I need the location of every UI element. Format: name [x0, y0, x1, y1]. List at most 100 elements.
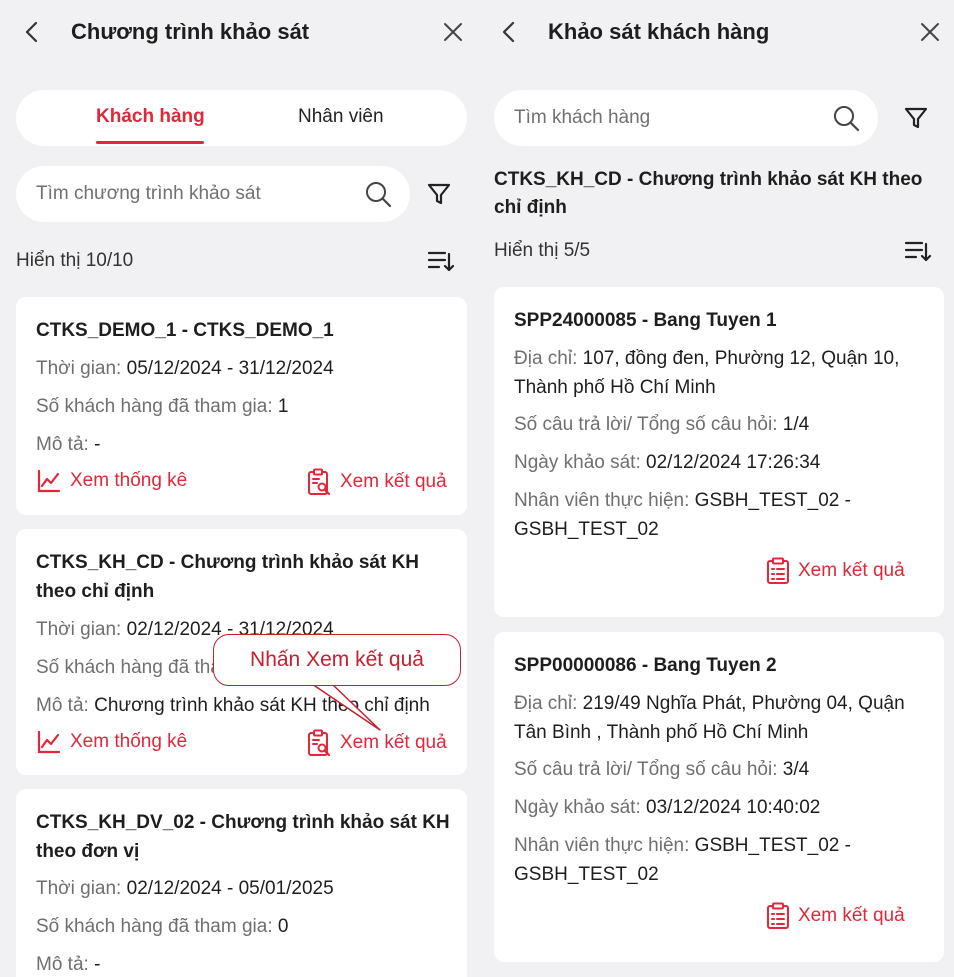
survey-date-value: 03/12/2024 10:40:02 — [646, 797, 821, 818]
close-button[interactable] — [916, 18, 944, 46]
survey-staff: Nhân viên thực hiện: GSBH_TEST_02 - GSBH_… — [514, 486, 851, 544]
survey-time-label: Thời gian: — [36, 878, 122, 899]
right-panel: Khảo sát khách hàng CTKS_KH_CD - Chương … — [477, 0, 954, 977]
active-tab-indicator — [96, 141, 204, 144]
filter-button[interactable] — [901, 103, 931, 133]
customer-survey-card: SPP00000086 - Bang Tuyen 2 Địa chỉ: 219/… — [494, 632, 944, 962]
survey-customers-label: Số khách hàng đã tham gia: — [36, 916, 273, 937]
view-results-button[interactable]: Xem kết quả — [306, 468, 447, 496]
customer-address-line2: Tân Bình , Thành phố Hồ Chí Minh — [514, 722, 809, 743]
customer-address: Địa chỉ: 107, đồng đen, Phường 12, Quận … — [514, 344, 899, 402]
survey-staff-label: Nhân viên thực hiện: — [514, 835, 690, 856]
survey-staff-line1: GSBH_TEST_02 - — [694, 490, 851, 511]
filter-button[interactable] — [424, 179, 454, 209]
close-icon — [444, 23, 462, 41]
survey-program-heading-line1: CTKS_KH_CD - Chương trình khảo sát KH th… — [494, 169, 923, 190]
survey-description-value: - — [94, 954, 101, 975]
clipboard-list-icon — [767, 557, 789, 584]
survey-customers-label: Số khách hàng đã tham gia: — [36, 396, 273, 417]
back-button[interactable] — [18, 18, 46, 46]
answer-count-label: Số câu trả lời/ Tổng số câu hỏi: — [514, 414, 778, 435]
view-stats-label: Xem thống kê — [70, 731, 188, 752]
survey-program-heading-line2: chỉ định — [494, 197, 567, 218]
customer-survey-card: SPP24000085 - Bang Tuyen 1 Địa chỉ: 107,… — [494, 287, 944, 617]
back-button[interactable] — [495, 18, 523, 46]
customer-search-input[interactable] — [514, 90, 824, 146]
tab-customers[interactable]: Khách hàng — [96, 106, 205, 128]
view-stats-button[interactable]: Xem thống kê — [36, 468, 187, 494]
survey-description-value: - — [94, 434, 101, 455]
page-title: Khảo sát khách hàng — [548, 19, 770, 44]
filter-icon — [427, 183, 451, 205]
survey-search-input[interactable] — [36, 166, 356, 222]
view-results-button[interactable]: Xem kết quả — [766, 557, 905, 585]
survey-card-title-line1: CTKS_KH_CD - Chương trình khảo sát KH — [36, 552, 420, 573]
survey-staff-line2: GSBH_TEST_02 — [514, 864, 659, 885]
survey-staff: Nhân viên thực hiện: GSBH_TEST_02 - GSBH_… — [514, 831, 851, 889]
survey-time: Thời gian: 02/12/2024 - 05/01/2025 — [36, 874, 334, 903]
search-icon[interactable] — [364, 180, 392, 208]
customer-address-line1: 219/49 Nghĩa Phát, Phường 04, Quận — [582, 693, 905, 714]
survey-staff-line1: GSBH_TEST_02 - — [694, 835, 851, 856]
survey-card-title: CTKS_KH_DV_02 - Chương trình khảo sát KH… — [36, 808, 450, 866]
chevron-left-icon — [25, 21, 38, 43]
survey-time-label: Thời gian: — [36, 619, 122, 640]
view-results-label: Xem kết quả — [340, 471, 447, 492]
search-icon[interactable] — [832, 104, 860, 132]
answer-count: Số câu trả lời/ Tổng số câu hỏi: 3/4 — [514, 755, 809, 784]
survey-description: Mô tả: - — [36, 950, 100, 977]
survey-card-title-line1: CTKS_KH_DV_02 - Chương trình khảo sát KH — [36, 812, 450, 833]
survey-date-label: Ngày khảo sát: — [514, 797, 641, 818]
view-results-label: Xem kết quả — [340, 732, 447, 753]
page-title: Chương trình khảo sát — [71, 19, 310, 44]
survey-search-box[interactable] — [16, 166, 410, 222]
survey-card-title: CTKS_DEMO_1 - CTKS_DEMO_1 — [36, 320, 334, 341]
customer-card-title: SPP00000086 - Bang Tuyen 2 — [514, 655, 777, 676]
view-stats-button[interactable]: Xem thống kê — [36, 729, 187, 755]
view-results-button[interactable]: Xem kết quả — [766, 902, 905, 930]
left-panel: Chương trình khảo sát Khách hàng Nhân vi… — [0, 0, 477, 977]
customer-search-box[interactable] — [494, 90, 878, 146]
survey-time: Thời gian: 05/12/2024 - 31/12/2024 — [36, 354, 334, 383]
callout-text: Nhấn Xem kết quả — [250, 648, 424, 671]
left-header: Chương trình khảo sát — [0, 0, 477, 66]
result-count: Hiển thị 5/5 — [494, 240, 591, 261]
survey-time-label: Thời gian: — [36, 358, 122, 379]
clipboard-search-icon — [308, 729, 331, 757]
survey-description-label: Mô tả: — [36, 434, 89, 455]
survey-program-heading: CTKS_KH_CD - Chương trình khảo sát KH th… — [494, 166, 934, 222]
instruction-callout: Nhấn Xem kết quả — [213, 634, 461, 686]
answer-count-label: Số câu trả lời/ Tổng số câu hỏi: — [514, 759, 778, 780]
survey-description: Mô tả: Chương trình khảo sát KH theo chỉ… — [36, 691, 430, 720]
survey-description-label: Mô tả: — [36, 695, 89, 716]
sort-icon[interactable] — [426, 246, 456, 276]
sort-icon[interactable] — [903, 236, 933, 266]
survey-time-value: 05/12/2024 - 31/12/2024 — [126, 358, 334, 379]
survey-staff-label: Nhân viên thực hiện: — [514, 490, 690, 511]
survey-customers: Số khách hàng đã tham gia: 1 — [36, 392, 288, 421]
customer-card-title: SPP24000085 - Bang Tuyen 1 — [514, 310, 777, 331]
close-button[interactable] — [439, 18, 467, 46]
survey-staff-line2: GSBH_TEST_02 — [514, 519, 659, 540]
customer-address: Địa chỉ: 219/49 Nghĩa Phát, Phường 04, Q… — [514, 689, 905, 747]
view-results-button[interactable]: Xem kết quả — [306, 729, 447, 757]
answer-count-value: 3/4 — [782, 759, 810, 780]
customer-address-line2: Thành phố Hồ Chí Minh — [514, 377, 716, 398]
survey-description-label: Mô tả: — [36, 954, 89, 975]
survey-date: Ngày khảo sát: 02/12/2024 17:26:34 — [514, 448, 820, 477]
close-icon — [921, 23, 939, 41]
customer-address-label: Địa chỉ: — [514, 348, 578, 369]
survey-customers-value: 1 — [277, 396, 289, 417]
customer-address-line1: 107, đồng đen, Phường 12, Quận 10, — [582, 348, 900, 369]
survey-date-value: 02/12/2024 17:26:34 — [646, 452, 821, 473]
survey-card-title: CTKS_KH_CD - Chương trình khảo sát KH the… — [36, 548, 419, 606]
survey-customers: Số khách hàng đã tham gia: 0 — [36, 912, 288, 941]
tab-employees[interactable]: Nhân viên — [298, 106, 384, 128]
survey-date-label: Ngày khảo sát: — [514, 452, 641, 473]
line-chart-icon — [37, 730, 61, 754]
answer-count-value: 1/4 — [782, 414, 810, 435]
result-count: Hiển thị 10/10 — [16, 250, 134, 271]
clipboard-list-icon — [767, 902, 789, 929]
view-results-label: Xem kết quả — [798, 560, 905, 581]
line-chart-icon — [37, 469, 61, 493]
